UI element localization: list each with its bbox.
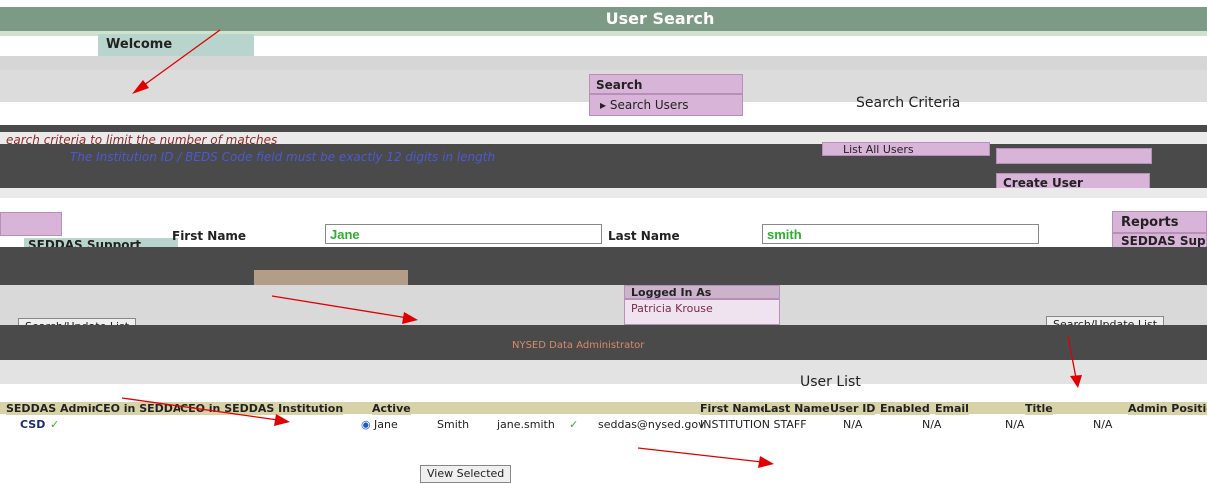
annotation-arrow-head: [132, 80, 149, 94]
annotation-arrow-head: [758, 456, 774, 468]
annotation-arrow-head: [1070, 375, 1082, 388]
annotation-arrow-line: [271, 295, 409, 319]
annotation-arrow-line: [121, 397, 279, 421]
annotation-arrow-line: [1067, 335, 1077, 379]
annotation-arrow-head: [274, 414, 290, 426]
annotation-arrow-line: [139, 29, 221, 89]
annotation-arrow-line: [637, 447, 763, 463]
annotation-arrow-head: [402, 312, 418, 324]
annotation-arrows: [121, 29, 1082, 468]
